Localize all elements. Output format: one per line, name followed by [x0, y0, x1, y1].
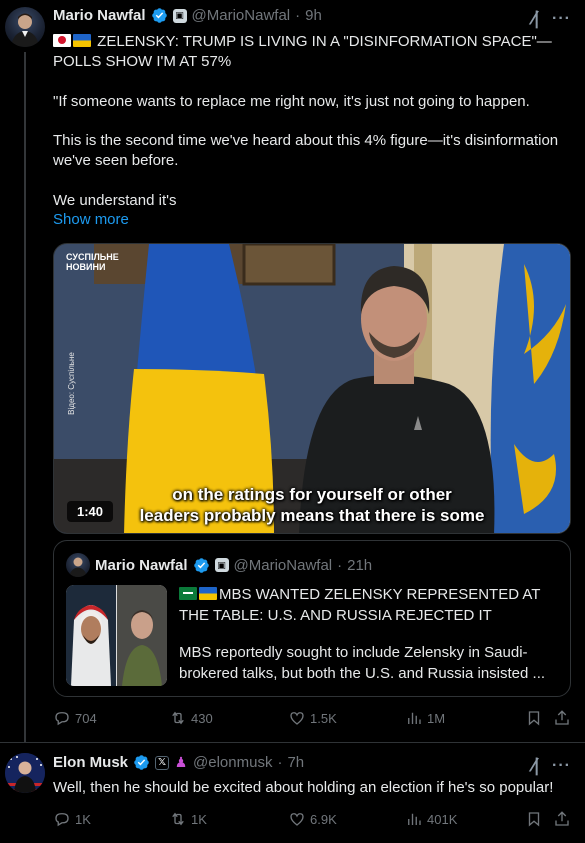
like-count: 1.5K: [310, 710, 337, 726]
views-count: 401K: [427, 811, 458, 827]
like-button[interactable]: 6.9K: [288, 810, 337, 828]
grok-icon[interactable]: ⁄|: [532, 8, 539, 29]
video-credit: Відео: Суспільне: [66, 352, 76, 415]
flag-icon: [53, 34, 71, 47]
like-icon: [290, 712, 304, 725]
x-affiliate-badge-icon[interactable]: 𝕏: [155, 755, 170, 770]
quoted-tweet-body: MBS reportedly sought to include Zelensk…: [179, 644, 546, 682]
more-options-icon[interactable]: ···: [552, 10, 571, 28]
views-icon: [408, 813, 421, 825]
tweet-paragraph: We understand it's: [53, 192, 177, 209]
ukraine-flag-icon: [73, 34, 91, 47]
video-logo-line1: СУСПІЛЬНЕ: [66, 252, 119, 262]
timestamp: 21h: [347, 556, 373, 574]
saudi-flag-icon: [179, 587, 197, 600]
verified-badge-icon: [193, 557, 209, 573]
quoted-tweet-header: Mario Nawfal ▣ @MarioNawfal · 21h: [66, 553, 372, 577]
repost-button[interactable]: 430: [169, 709, 213, 727]
tweet-elon-musk[interactable]: Elon Musk 𝕏 ♟ @elonmusk · 7h ⁄| ··· Well…: [0, 742, 585, 843]
tweet-paragraph: This is the second time we've heard abou…: [53, 132, 559, 169]
tweet-paragraph: "If someone wants to replace me right no…: [53, 93, 530, 110]
separator-dot: ·: [277, 754, 283, 771]
bookmark-button[interactable]: [525, 709, 543, 727]
headline-text: ZELENSKY: TRUMP IS LIVING IN A "DISINFOR…: [53, 33, 552, 70]
avatar[interactable]: [5, 753, 45, 793]
affiliate-badge-icon[interactable]: ▣: [172, 8, 187, 23]
reply-icon: [55, 813, 69, 827]
avatar[interactable]: [5, 7, 45, 47]
video-logo-line2: НОВИНИ: [66, 262, 106, 272]
repost-count: 430: [191, 710, 213, 726]
repost-button[interactable]: 1K: [169, 810, 207, 828]
share-button[interactable]: [553, 709, 571, 727]
bookmark-icon: [528, 711, 540, 726]
verified-badge-icon: [134, 755, 149, 770]
quoted-tweet-thumbnail: [66, 585, 167, 686]
tweet-headline: ZELENSKY: TRUMP IS LIVING IN A "DISINFOR…: [53, 32, 575, 72]
reply-count: 1K: [75, 811, 91, 827]
author-handle[interactable]: @elonmusk: [193, 754, 272, 771]
timestamp[interactable]: 7h: [287, 754, 304, 771]
show-more-link[interactable]: Show more: [53, 211, 129, 228]
reply-icon: [55, 712, 69, 726]
views-count: 1M: [427, 710, 446, 726]
views-icon: [408, 712, 421, 724]
like-count: 6.9K: [310, 811, 337, 827]
repost-icon: [172, 711, 184, 725]
avatar: [66, 553, 90, 577]
author-handle[interactable]: @MarioNawfal: [192, 7, 291, 24]
reply-count: 704: [75, 710, 97, 726]
video-player[interactable]: СУСПІЛЬНЕ НОВИНИ Відео: Суспільне on the…: [53, 243, 571, 534]
video-caption-line: leaders probably means that there is som…: [139, 506, 485, 525]
repost-icon: [172, 812, 184, 826]
repost-count: 1K: [191, 811, 207, 827]
tweet-header: Mario Nawfal ▣ @MarioNawfal · 9h: [53, 7, 322, 24]
tweet-top-actions: ⁄| ···: [532, 755, 571, 776]
share-button[interactable]: [553, 810, 571, 828]
author-name[interactable]: Elon Musk: [53, 754, 128, 771]
author-name: Mario Nawfal: [95, 556, 188, 574]
views-button[interactable]: 401K: [405, 810, 457, 828]
like-icon: [290, 813, 304, 826]
views-button[interactable]: 1M: [405, 709, 445, 727]
quoted-headline-text: MBS WANTED ZELENSKY REPRESENTED AT THE T…: [179, 586, 541, 624]
author-handle: @MarioNawfal: [233, 556, 333, 574]
reply-button[interactable]: 1K: [53, 810, 91, 828]
grok-icon[interactable]: ⁄|: [532, 755, 539, 776]
affiliate-badge-icon: ▣: [214, 558, 229, 572]
separator-dot: ·: [337, 556, 343, 574]
separator-dot: ·: [295, 7, 301, 24]
video-duration: 1:40: [67, 501, 114, 522]
pink-person-badge-icon[interactable]: ♟: [174, 754, 188, 770]
video-caption-line: on the ratings for yourself or other: [172, 485, 452, 504]
tweet-action-bar: 704 430 1.5K 1M: [53, 709, 571, 729]
author-name[interactable]: Mario Nawfal: [53, 7, 146, 24]
video-channel-logo: СУСПІЛЬНЕ НОВИНИ: [66, 252, 119, 272]
more-options-icon[interactable]: ···: [552, 757, 571, 775]
like-button[interactable]: 1.5K: [288, 709, 337, 727]
reply-button[interactable]: 704: [53, 709, 97, 727]
verified-badge-icon: [151, 8, 167, 23]
tweet-mario-nawfal[interactable]: Mario Nawfal ▣ @MarioNawfal · 9h ⁄| ··· …: [0, 0, 585, 742]
bookmark-button[interactable]: [525, 810, 543, 828]
ukraine-flag-icon: [199, 587, 217, 600]
quoted-tweet-headline: MBS WANTED ZELENSKY REPRESENTED AT THE T…: [179, 584, 561, 626]
share-icon: [555, 710, 569, 725]
tweet-top-actions: ⁄| ···: [532, 8, 571, 29]
tweet-text: Well, then he should be excited about ho…: [53, 779, 554, 796]
timestamp[interactable]: 9h: [305, 7, 322, 24]
quoted-tweet[interactable]: Mario Nawfal ▣ @MarioNawfal · 21h MBS WA…: [53, 540, 571, 697]
bookmark-icon: [528, 812, 540, 827]
tweet-action-bar: 1K 1K 6.9K 401K: [53, 810, 571, 830]
share-icon: [555, 811, 569, 826]
tweet-header: Elon Musk 𝕏 ♟ @elonmusk · 7h: [53, 754, 304, 771]
